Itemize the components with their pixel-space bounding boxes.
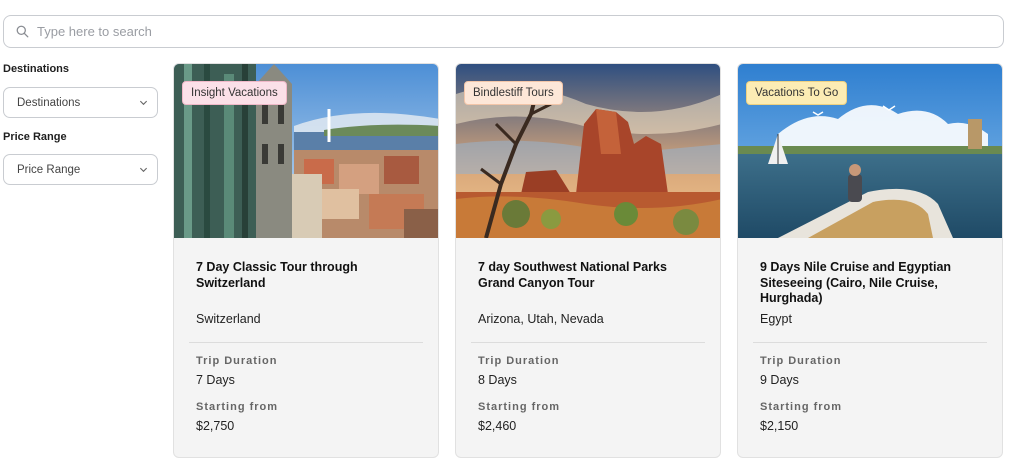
price-value: $2,750 <box>196 419 235 433</box>
tour-image-egypt: Vacations To Go <box>738 64 1002 238</box>
starting-from-label: Starting from <box>196 401 279 413</box>
tour-title[interactable]: 9 Days Nile Cruise and Egyptian Siteseei… <box>760 260 980 307</box>
price-range-select[interactable]: Price Range <box>3 154 158 185</box>
price-range-select-value: Price Range <box>17 163 81 176</box>
divider <box>753 342 987 343</box>
destinations-select[interactable]: Destinations <box>3 87 158 118</box>
trip-duration-value: 7 Days <box>196 373 235 387</box>
operator-badge: Vacations To Go <box>746 81 848 105</box>
tour-image-southwest: Bindlestiff Tours <box>456 64 720 238</box>
trip-duration-value: 8 Days <box>478 373 517 387</box>
operator-badge: Bindlestiff Tours <box>464 81 563 105</box>
trip-duration-value: 9 Days <box>760 373 799 387</box>
tour-card[interactable]: Bindlestiff Tours 7 day Southwest Nation… <box>455 63 721 458</box>
search-icon <box>16 25 29 38</box>
tour-location: Egypt <box>760 312 792 326</box>
price-value: $2,460 <box>478 419 517 433</box>
trip-duration-label: Trip Duration <box>478 355 560 367</box>
destinations-select-value: Destinations <box>17 96 81 109</box>
tour-card[interactable]: Insight Vacations 7 Day Classic Tour thr… <box>173 63 439 458</box>
tour-title[interactable]: 7 Day Classic Tour through Switzerland <box>196 260 416 291</box>
tour-card[interactable]: Vacations To Go 9 Days Nile Cruise and E… <box>737 63 1003 458</box>
starting-from-label: Starting from <box>478 401 561 413</box>
tour-location: Arizona, Utah, Nevada <box>478 312 604 326</box>
trip-duration-label: Trip Duration <box>760 355 842 367</box>
starting-from-label: Starting from <box>760 401 843 413</box>
search-input[interactable] <box>37 24 937 39</box>
operator-badge: Insight Vacations <box>182 81 287 105</box>
trip-duration-label: Trip Duration <box>196 355 278 367</box>
tour-image-switzerland: Insight Vacations <box>174 64 438 238</box>
tour-title[interactable]: 7 day Southwest National Parks Grand Can… <box>478 260 698 291</box>
search-bar[interactable] <box>3 15 1004 48</box>
chevron-down-icon <box>139 167 148 173</box>
destinations-label: Destinations <box>3 63 70 75</box>
divider <box>471 342 705 343</box>
price-range-label: Price Range <box>3 131 67 143</box>
tour-location: Switzerland <box>196 312 261 326</box>
chevron-down-icon <box>139 100 148 106</box>
price-value: $2,150 <box>760 419 799 433</box>
divider <box>189 342 423 343</box>
